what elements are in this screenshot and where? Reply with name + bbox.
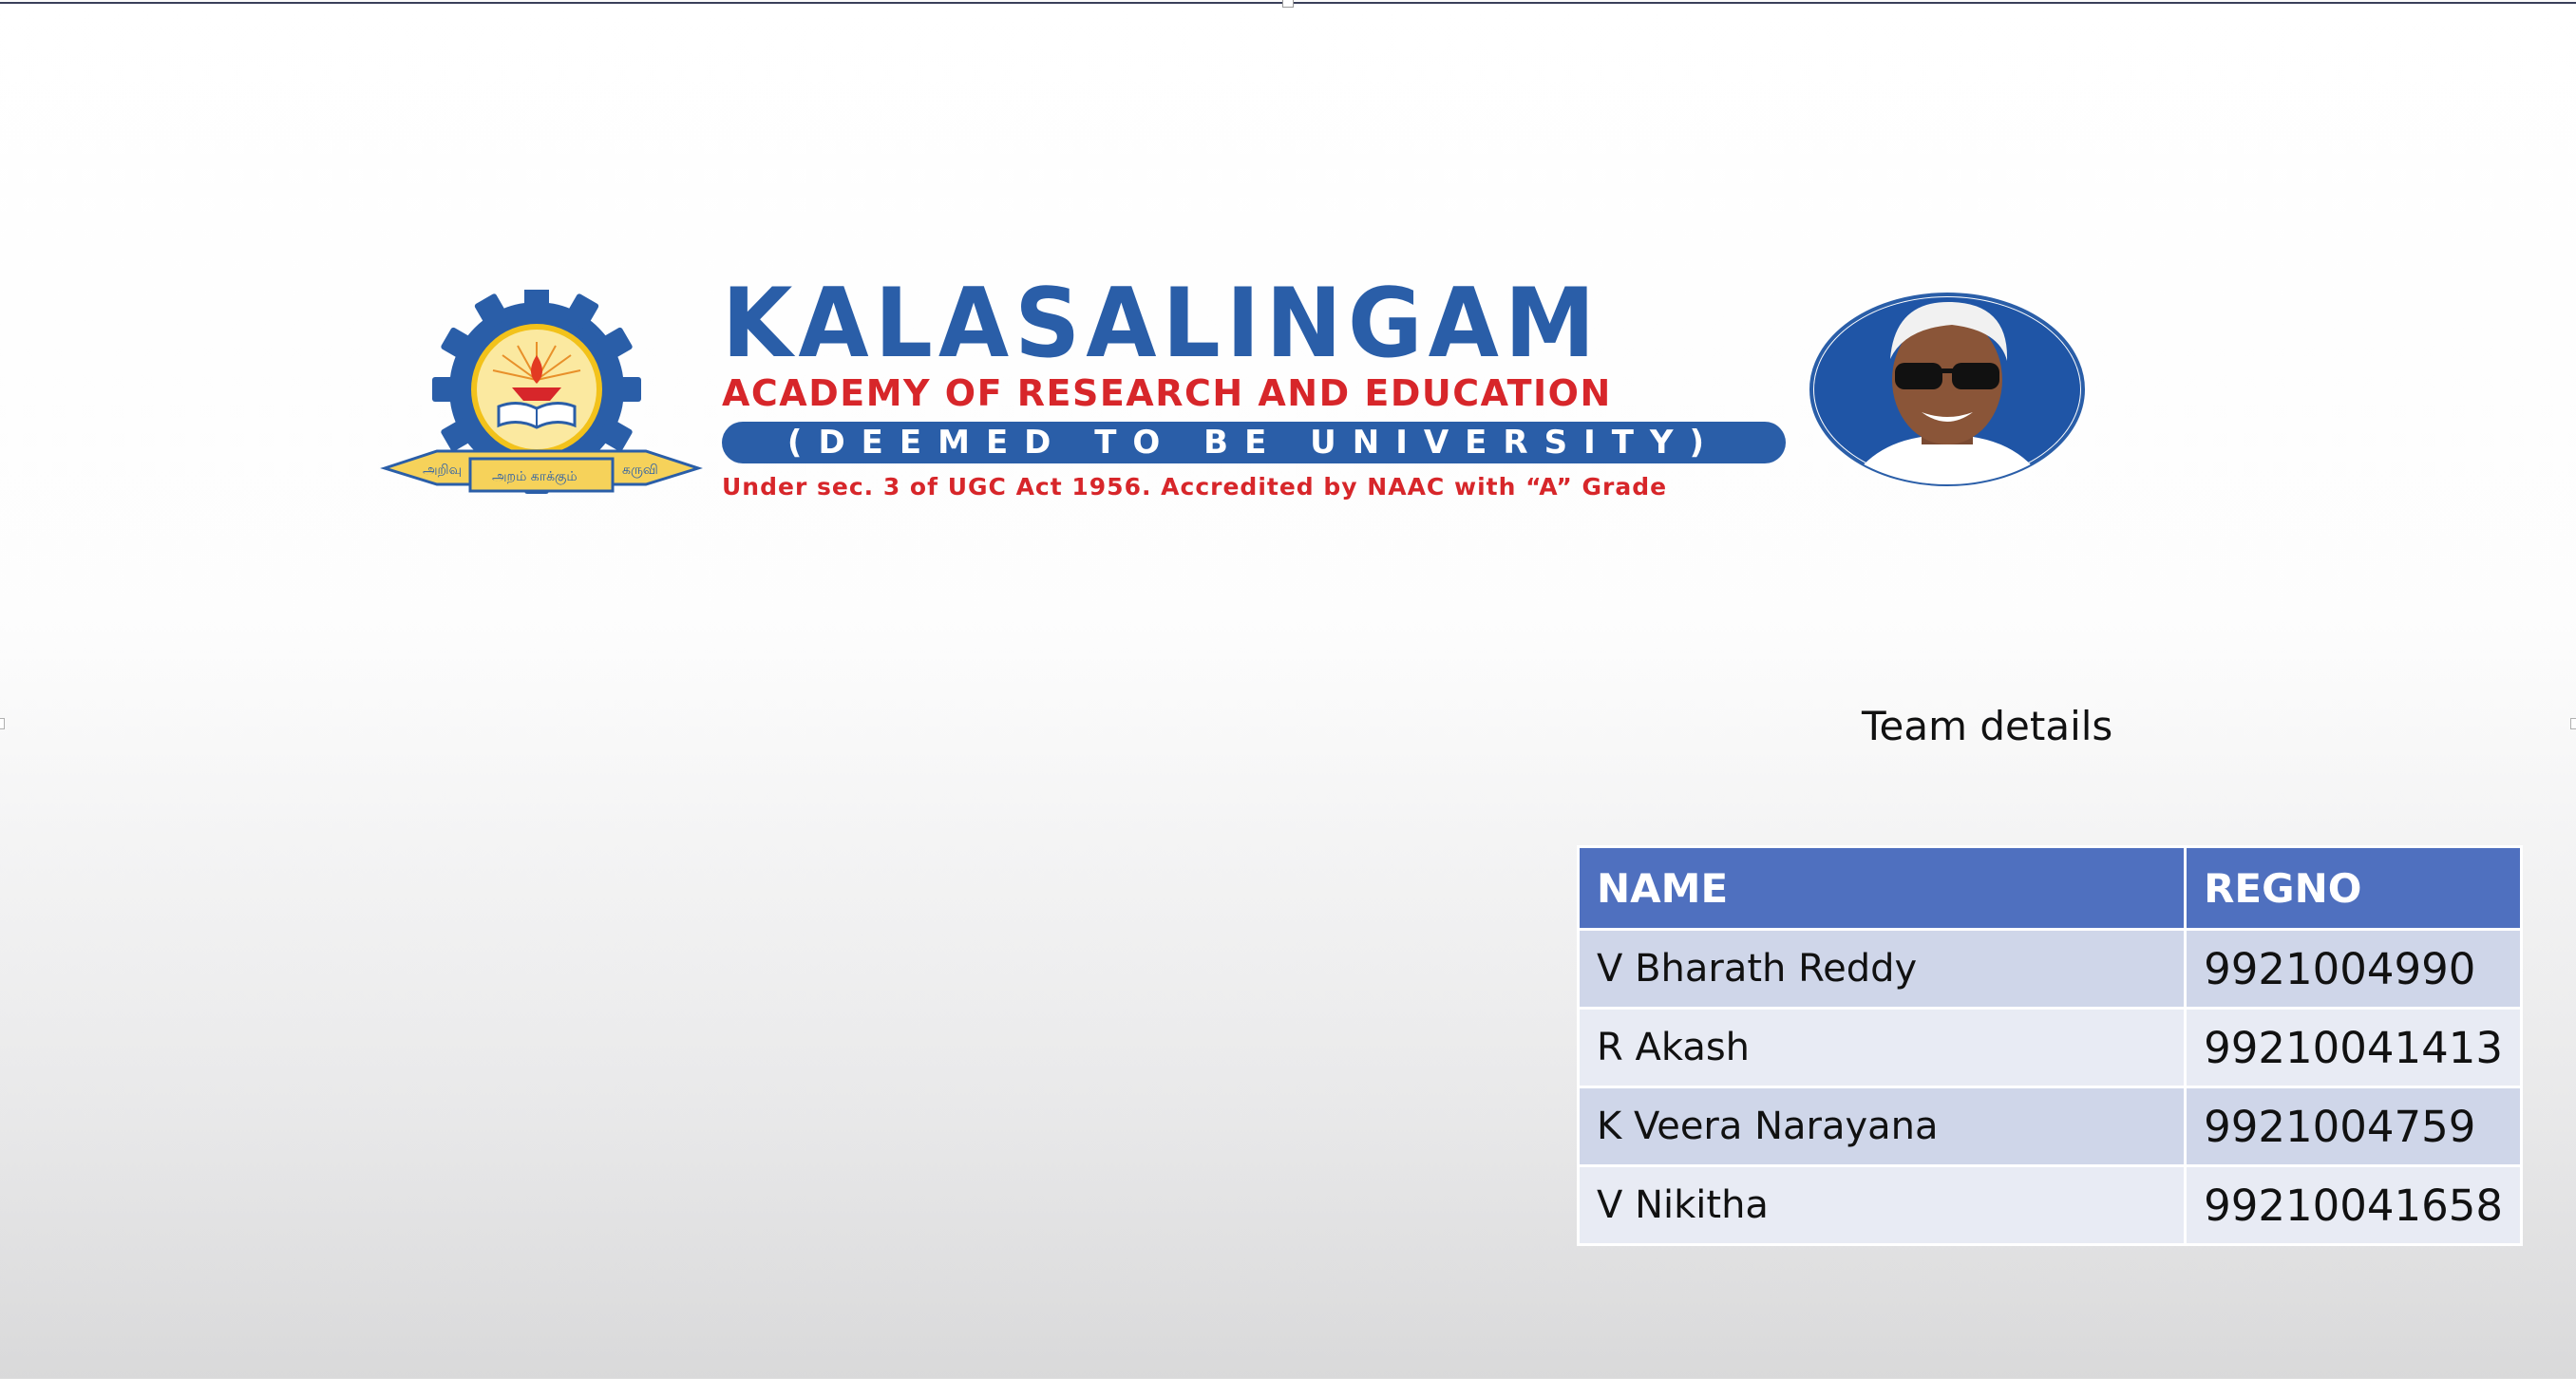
member-regno: 99210041658: [2184, 1164, 2523, 1246]
lamp-book-emblem-icon: அறிவு அறம் காக்கும் கருவி: [380, 285, 703, 503]
university-banner: அறிவு அறம் காக்கும் கருவி KALASALINGAM A…: [380, 275, 2109, 513]
team-details-heading: Team details: [1862, 703, 2113, 749]
table-row: K Veera Narayana 9921004759: [1576, 1086, 2523, 1167]
member-name: R Akash: [1576, 1007, 2188, 1088]
deemed-university-badge: (DEEMED TO BE UNIVERSITY): [722, 422, 1786, 463]
selection-handle-left[interactable]: [0, 718, 5, 729]
column-header-regno: REGNO: [2184, 845, 2523, 931]
selection-handle-right[interactable]: [2570, 718, 2576, 729]
member-name: K Veera Narayana: [1576, 1086, 2188, 1167]
emblem-ribbon-left: அறிவு: [423, 463, 462, 478]
member-regno: 9921004990: [2184, 928, 2523, 1010]
slide: அறிவு அறம் காக்கும் கருவி KALASALINGAM A…: [0, 0, 2576, 1379]
university-wordmark: KALASALINGAM ACADEMY OF RESEARCH AND EDU…: [722, 275, 1795, 501]
member-regno: 9921004759: [2184, 1086, 2523, 1167]
institution-name: KALASALINGAM: [722, 267, 1601, 380]
accreditation-note: Under sec. 3 of UGC Act 1956. Accredited…: [722, 473, 1668, 501]
table-row: V Nikitha 99210041658: [1576, 1164, 2523, 1246]
member-name: V Bharath Reddy: [1576, 928, 2188, 1010]
member-name: V Nikitha: [1576, 1164, 2188, 1246]
founder-portrait-icon: [1809, 293, 2085, 486]
emblem-ribbon-center: அறம் காக்கும்: [492, 469, 578, 485]
selection-handle-top[interactable]: [1282, 0, 1294, 8]
emblem-ribbon-right: கருவி: [622, 463, 658, 478]
team-table-header-row: NAME REGNO: [1576, 845, 2523, 931]
team-table: NAME REGNO V Bharath Reddy 9921004990 R …: [1576, 845, 2523, 1246]
column-header-name: NAME: [1576, 845, 2188, 931]
member-regno: 99210041413: [2184, 1007, 2523, 1088]
table-row: R Akash 99210041413: [1576, 1007, 2523, 1088]
table-row: V Bharath Reddy 9921004990: [1576, 928, 2523, 1010]
